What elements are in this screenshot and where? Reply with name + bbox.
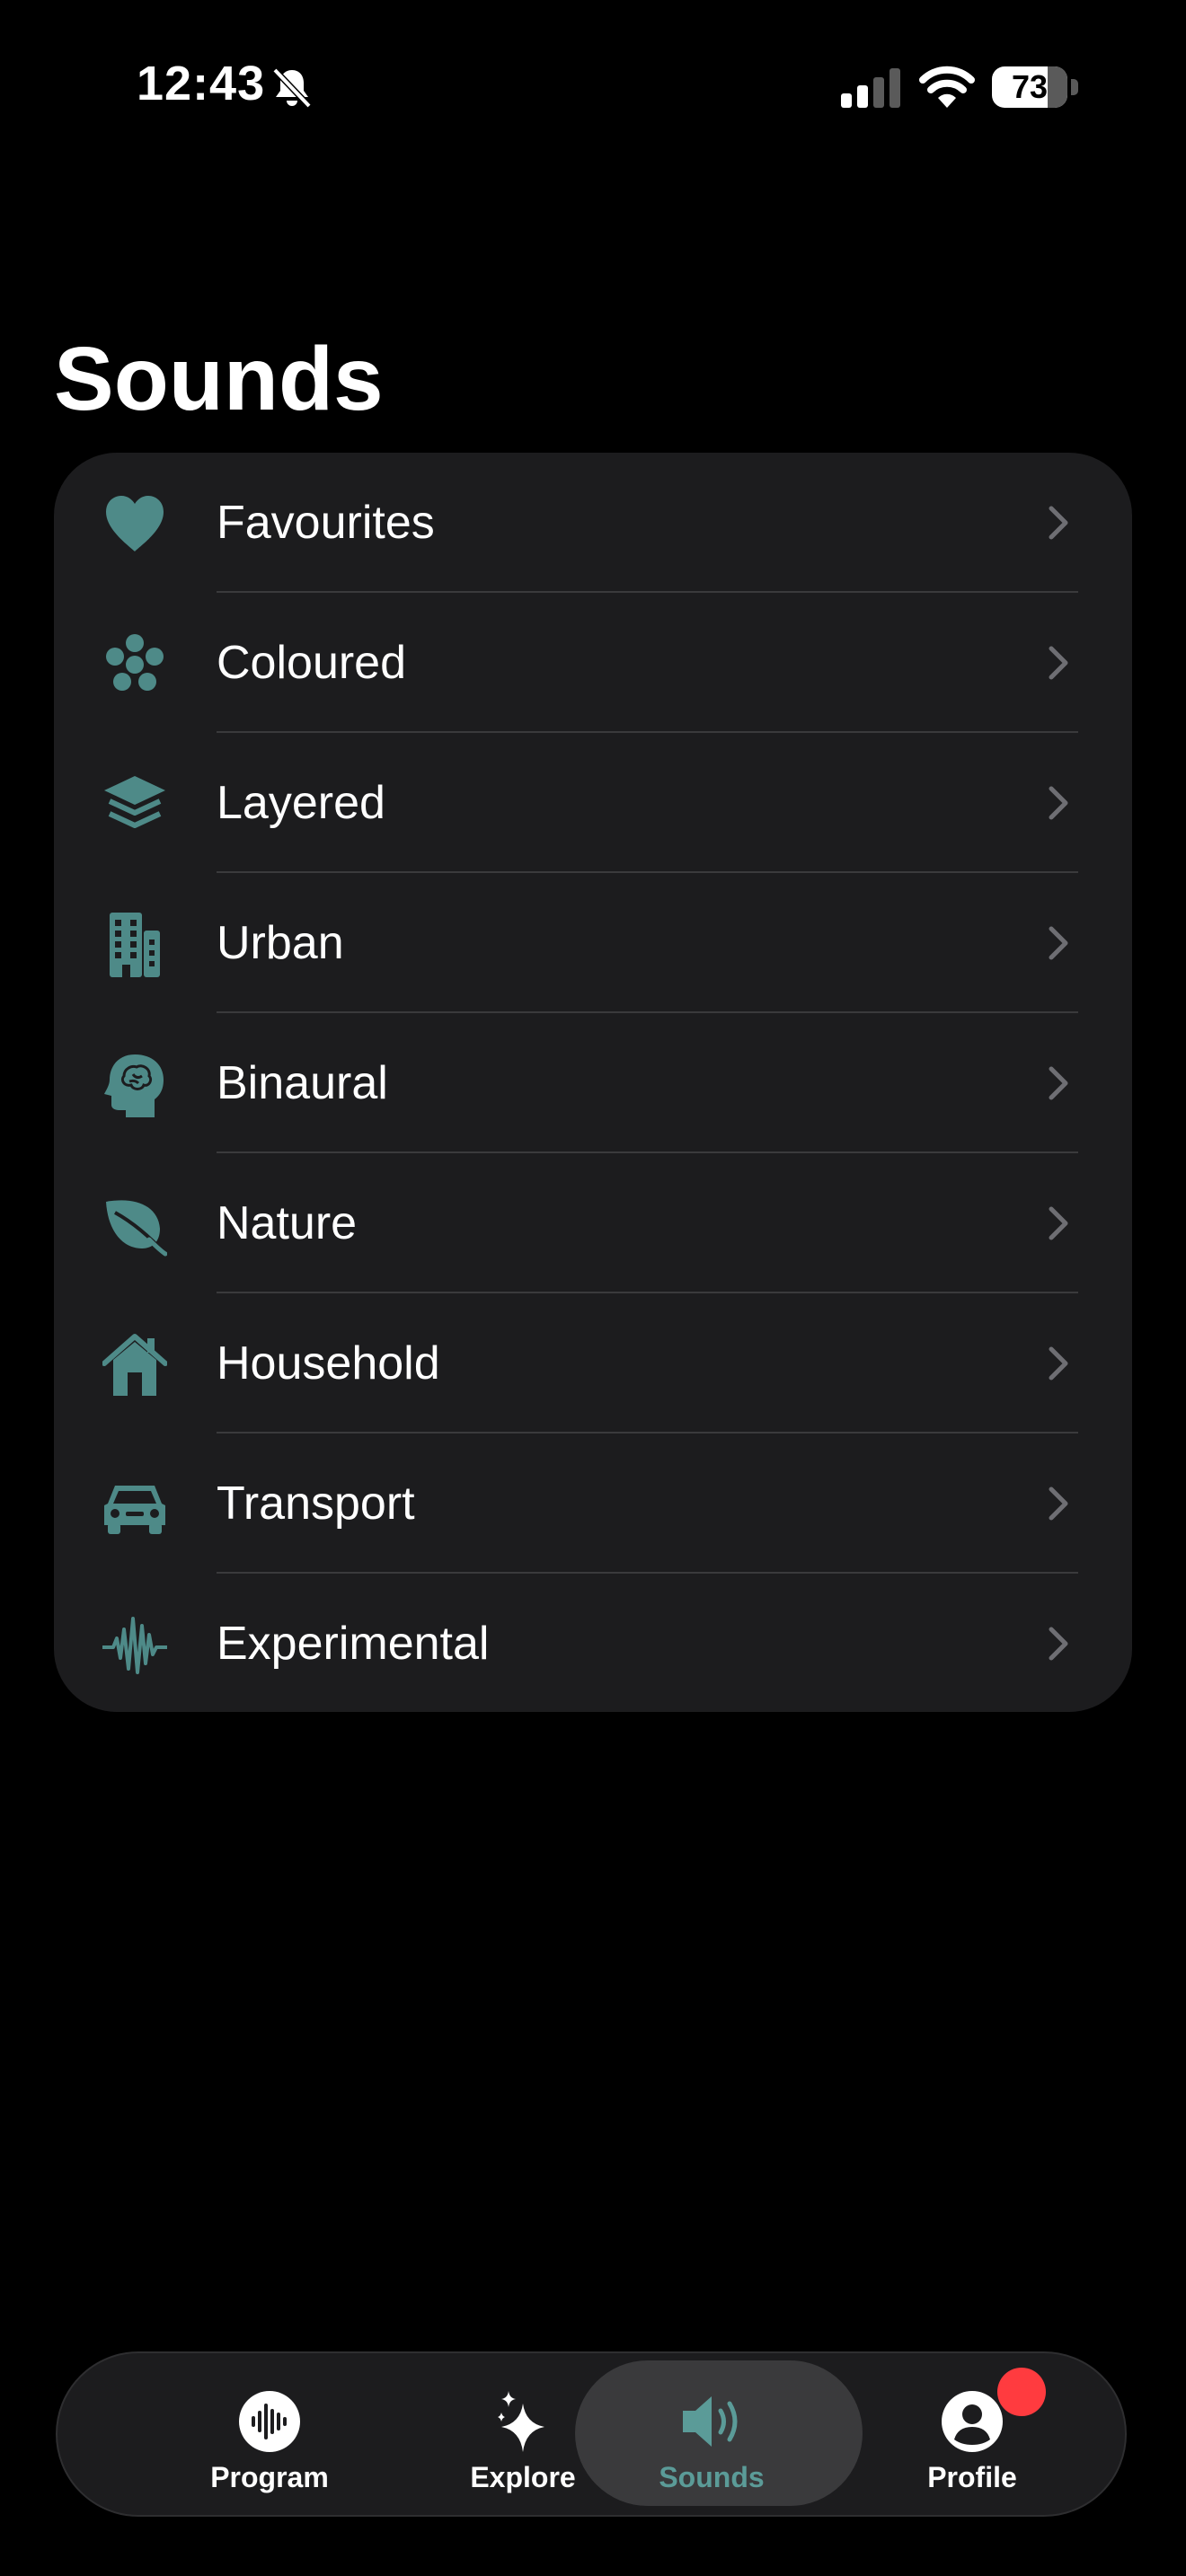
layers-icon bbox=[104, 776, 165, 828]
building-icon bbox=[110, 913, 160, 977]
chevron-right-icon bbox=[1049, 786, 1068, 820]
sparkles-icon bbox=[498, 2391, 544, 2452]
category-row-binaural[interactable]: Binaural bbox=[54, 1013, 1132, 1153]
page-title: Sounds bbox=[54, 329, 384, 429]
flower-icon bbox=[106, 634, 164, 691]
category-row-transport[interactable]: Transport bbox=[54, 1434, 1132, 1574]
chevron-right-icon bbox=[1049, 1486, 1068, 1521]
chevron-right-icon bbox=[1049, 1346, 1068, 1381]
battery-indicator: 73 bbox=[992, 66, 1080, 108]
category-label: Favourites bbox=[217, 497, 435, 549]
category-row-coloured[interactable]: Coloured bbox=[54, 593, 1132, 733]
tab-program[interactable]: Program bbox=[135, 2353, 404, 2515]
category-row-nature[interactable]: Nature bbox=[54, 1153, 1132, 1293]
category-label: Transport bbox=[217, 1478, 415, 1530]
category-label: Experimental bbox=[217, 1618, 490, 1670]
status-time: 12:43 bbox=[137, 57, 266, 110]
notification-badge bbox=[997, 2368, 1046, 2416]
battery-percent: 73 bbox=[1011, 68, 1049, 105]
brain-head-icon bbox=[104, 1054, 164, 1117]
tab-profile[interactable]: Profile bbox=[837, 2353, 1107, 2515]
heart-icon bbox=[106, 496, 164, 551]
tab-label: Profile bbox=[927, 2461, 1017, 2493]
chevron-right-icon bbox=[1049, 1627, 1068, 1661]
category-label: Urban bbox=[217, 917, 344, 969]
house-icon bbox=[102, 1334, 167, 1396]
chevron-right-icon bbox=[1049, 506, 1068, 540]
chevron-right-icon bbox=[1049, 646, 1068, 680]
category-label: Household bbox=[217, 1337, 440, 1389]
wifi-icon bbox=[919, 66, 975, 108]
category-label: Coloured bbox=[217, 637, 407, 689]
tab-label: Sounds bbox=[659, 2461, 765, 2493]
status-bar: 12:43 73 bbox=[0, 0, 1186, 171]
category-label: Layered bbox=[217, 777, 385, 829]
category-row-urban[interactable]: Urban bbox=[54, 873, 1132, 1013]
speaker-icon bbox=[683, 2396, 738, 2447]
category-label: Nature bbox=[217, 1197, 358, 1249]
chevron-right-icon bbox=[1049, 1066, 1068, 1100]
category-row-experimental[interactable]: Experimental bbox=[54, 1574, 1132, 1712]
category-label: Binaural bbox=[217, 1057, 388, 1109]
tab-bar: Program Explore Sounds Profile bbox=[56, 2351, 1127, 2517]
category-row-household[interactable]: Household bbox=[54, 1293, 1132, 1434]
chevron-right-icon bbox=[1049, 1206, 1068, 1240]
car-icon bbox=[104, 1486, 165, 1534]
tab-sounds[interactable]: Sounds bbox=[575, 2353, 863, 2515]
leaf-icon bbox=[106, 1200, 167, 1257]
category-row-layered[interactable]: Layered bbox=[54, 733, 1132, 873]
sound-categories-list: Favourites Coloured Layered Urban Binaur… bbox=[54, 453, 1132, 1712]
waveform-icon bbox=[102, 1617, 167, 1674]
category-row-favourites[interactable]: Favourites bbox=[54, 453, 1132, 593]
cellular-signal-icon bbox=[841, 68, 900, 108]
waveform-circle-icon bbox=[239, 2391, 300, 2452]
tab-label: Program bbox=[210, 2461, 329, 2493]
chevron-right-icon bbox=[1049, 926, 1068, 960]
bell-slash-icon bbox=[272, 67, 312, 109]
